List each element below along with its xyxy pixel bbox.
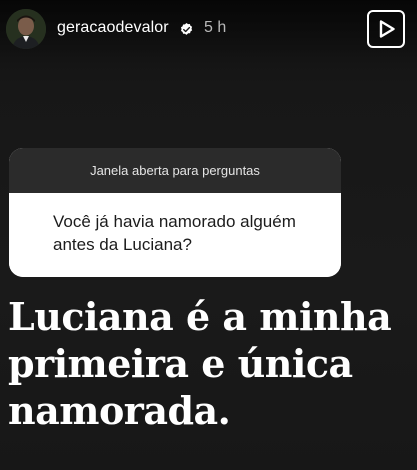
username-label[interactable]: geracaodevalor — [57, 19, 169, 37]
play-icon — [379, 20, 395, 38]
question-sticker-title: Janela aberta para perguntas — [9, 148, 341, 193]
post-time: 5 h — [204, 19, 227, 36]
story-header: geracaodevalor 5 h — [0, 0, 417, 60]
avatar-image — [6, 9, 46, 49]
answer-text: Luciana é a minha primeira e única namor… — [8, 294, 392, 433]
play-button[interactable] — [367, 10, 405, 48]
verified-badge-icon — [180, 22, 193, 35]
question-text: Você já havia namorado alguém antes da L… — [9, 193, 341, 277]
story-viewer: geracaodevalor 5 h Janela aberta para pe… — [0, 0, 417, 470]
profile-avatar[interactable] — [6, 9, 46, 49]
question-sticker: Janela aberta para perguntas Você já hav… — [9, 148, 341, 277]
